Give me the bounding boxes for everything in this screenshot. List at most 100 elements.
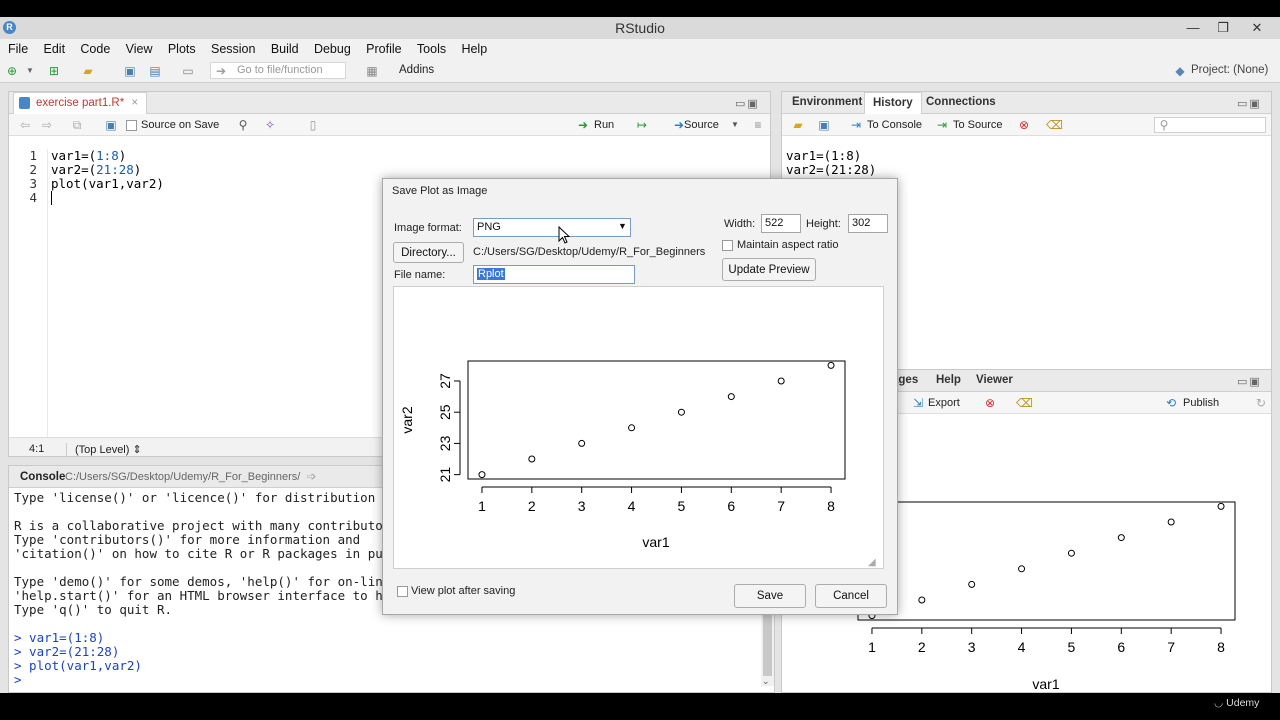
pane-minmax-icon[interactable]: ▭▣ xyxy=(1237,375,1262,388)
file-name-input[interactable]: Rplot xyxy=(473,265,635,284)
save-all-icon[interactable]: ▤ xyxy=(147,64,163,78)
history-entry[interactable]: var1=(1:8) xyxy=(786,149,1266,163)
menu-edit[interactable]: Edit xyxy=(36,39,70,56)
width-input[interactable]: 522 xyxy=(761,214,801,233)
preview-data-point xyxy=(677,408,685,416)
code-tools-wand-icon[interactable]: ✧ xyxy=(262,118,278,132)
goto-file-input[interactable]: Go to file/function xyxy=(210,62,346,79)
console-command-line: > var1=(1:8) xyxy=(14,630,105,645)
to-source-button[interactable]: To Source xyxy=(953,119,1003,131)
menu-file[interactable]: File xyxy=(0,39,32,56)
open-folder-icon[interactable]: ▰ xyxy=(80,64,96,78)
preview-data-point xyxy=(827,361,835,369)
addins-menu[interactable]: Addins xyxy=(399,64,434,76)
menu-code[interactable]: Code xyxy=(72,39,114,56)
udemy-watermark-text: Udemy xyxy=(1226,697,1260,709)
directory-button[interactable]: Directory... xyxy=(393,242,464,263)
tab-environment[interactable]: Environment xyxy=(784,92,870,114)
menu-debug[interactable]: Debug xyxy=(306,39,355,56)
height-input[interactable]: 302 xyxy=(848,214,888,233)
rerun-icon[interactable]: ↦ xyxy=(634,118,650,132)
view-after-saving-checkbox[interactable] xyxy=(397,586,408,597)
grid-layout-icon[interactable]: ▦ xyxy=(364,64,380,78)
editor-toolbar: ⇦ ⇨ ⧉ ▣ Source on Save ⚲ ✧ ▯ ➜ Run ↦ ➜ S… xyxy=(9,114,770,136)
pane-data-point xyxy=(918,596,926,604)
code-line[interactable]: var2=(21:28) xyxy=(51,163,751,177)
save-history-icon[interactable]: ▣ xyxy=(816,118,832,132)
tab-console[interactable]: Console xyxy=(20,471,65,483)
menu-view[interactable]: View xyxy=(118,39,157,56)
scroll-down-icon[interactable]: ⌄ xyxy=(762,676,770,687)
tab-connections[interactable]: Connections xyxy=(918,92,1004,114)
menu-tools[interactable]: Tools xyxy=(409,39,450,56)
restore-icon[interactable]: ❐ xyxy=(1206,18,1240,38)
document-outline-icon[interactable]: ≡ xyxy=(750,118,766,132)
tab-exercise-part1[interactable]: exercise part1.R* × xyxy=(13,92,148,114)
forward-icon[interactable]: ⇨ xyxy=(39,118,55,132)
source-button[interactable]: Source xyxy=(684,119,719,131)
clear-history-broom-icon[interactable]: ⌫ xyxy=(1046,118,1063,132)
new-project-icon[interactable]: ⊞ xyxy=(46,64,62,78)
code-line[interactable] xyxy=(51,191,52,205)
close-tab-icon[interactable]: × xyxy=(131,97,138,109)
save-icon[interactable]: ▣ xyxy=(122,64,138,78)
console-input-prompt[interactable]: > xyxy=(14,672,759,687)
project-menu[interactable]: Project: (None) xyxy=(1191,64,1268,76)
view-after-saving-label: View plot after saving xyxy=(411,585,516,597)
new-file-dropdown-icon[interactable]: ▼ xyxy=(22,64,38,78)
update-preview-button[interactable]: Update Preview xyxy=(722,258,816,281)
preview-x-tick-label: 6 xyxy=(727,498,735,514)
refresh-icon[interactable]: ↻ xyxy=(1253,396,1269,410)
compile-report-icon[interactable]: ▯ xyxy=(305,118,321,132)
save-button[interactable]: Save xyxy=(734,584,806,608)
publish-button[interactable]: Publish xyxy=(1183,397,1219,409)
history-entry[interactable]: var2=(21:28) xyxy=(786,163,1266,177)
go-to-directory-icon[interactable]: ➩ xyxy=(307,470,316,483)
history-toolbar: ▰ ▣ ⇥ To Console ⇥ To Source ⊗ ⌫ ⚲ xyxy=(782,114,1271,136)
tab-history[interactable]: History xyxy=(864,92,922,114)
run-icon: ➜ xyxy=(577,118,589,132)
preview-x-tick-label: 3 xyxy=(578,498,586,514)
source-on-save-checkbox[interactable] xyxy=(126,120,137,131)
cursor-position: 4:1 xyxy=(29,443,45,455)
load-history-icon[interactable]: ▰ xyxy=(790,118,806,132)
code-line[interactable]: var1=(1:8) xyxy=(51,149,751,163)
clear-plots-broom-icon[interactable]: ⌫ xyxy=(1016,396,1033,410)
menu-build[interactable]: Build xyxy=(263,39,303,56)
run-button[interactable]: Run xyxy=(594,119,614,131)
maintain-aspect-checkbox[interactable] xyxy=(722,240,733,251)
preview-x-axis-label: var1 xyxy=(642,534,669,550)
close-icon[interactable]: ✕ xyxy=(1240,18,1274,38)
dialog-title: Save Plot as Image xyxy=(383,179,897,203)
export-menu[interactable]: Export xyxy=(928,397,960,409)
scope-selector[interactable]: (Top Level) ⇕ xyxy=(66,443,142,456)
pane-minmax-icon[interactable]: ▭▣ xyxy=(735,97,760,110)
remove-entry-icon[interactable]: ⊗ xyxy=(1016,118,1032,132)
pane-minmax-icon[interactable]: ▭▣ xyxy=(1237,97,1262,110)
minimize-icon[interactable]: — xyxy=(1176,18,1210,38)
cancel-button[interactable]: Cancel xyxy=(815,584,887,608)
pane-data-point xyxy=(1117,534,1125,542)
find-icon[interactable]: ⚲ xyxy=(235,118,251,132)
pane-x-tick-label: 7 xyxy=(1167,639,1175,655)
line-number: 1 xyxy=(29,148,37,163)
show-in-window-icon[interactable]: ⧉ xyxy=(69,118,85,132)
image-format-select[interactable]: PNG ▼ xyxy=(473,218,631,237)
console-command-line: > plot(var1,var2) xyxy=(14,658,142,673)
remove-plot-icon[interactable]: ⊗ xyxy=(982,396,998,410)
udemy-logo-icon: ◡ xyxy=(1214,697,1224,709)
tab-viewer[interactable]: Viewer xyxy=(968,370,1021,392)
menu-session[interactable]: Session xyxy=(203,39,259,56)
menu-plots[interactable]: Plots xyxy=(160,39,200,56)
menu-help[interactable]: Help xyxy=(453,39,491,56)
history-list: var1=(1:8) var2=(21:28) xyxy=(786,149,1266,177)
tab-help[interactable]: Help xyxy=(928,370,969,392)
menu-profile[interactable]: Profile xyxy=(358,39,405,56)
editor-save-icon[interactable]: ▣ xyxy=(103,118,119,132)
source-dropdown-icon[interactable]: ▼ xyxy=(727,118,743,132)
print-icon[interactable]: ▭ xyxy=(180,64,196,78)
to-console-button[interactable]: To Console xyxy=(867,119,922,131)
new-file-icon[interactable]: ⊕ xyxy=(4,64,20,78)
pane-x-tick-label: 5 xyxy=(1068,639,1076,655)
back-icon[interactable]: ⇦ xyxy=(17,118,33,132)
